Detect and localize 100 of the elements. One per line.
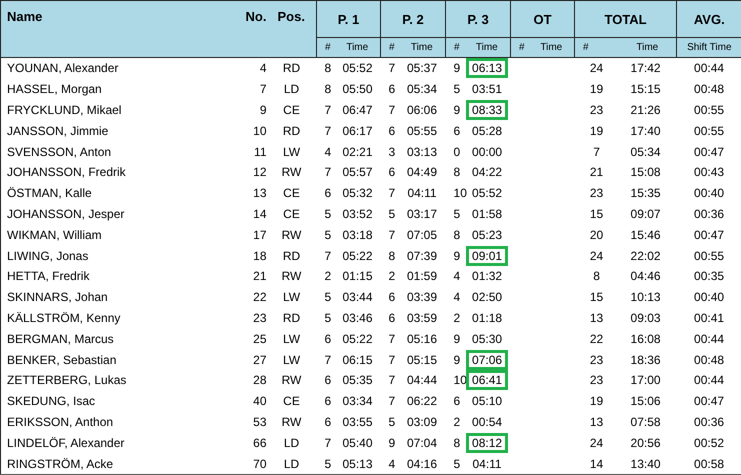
column-group-header: P. 1 (316, 0, 381, 38)
subcolumn-header: Time (398, 38, 446, 58)
table-cell: 00:47 (694, 394, 724, 408)
table-cell: RD (266, 58, 316, 79)
table-cell-text: 06:17 (341, 122, 374, 140)
table-cell-text: 2 (324, 268, 332, 286)
table-cell-text: RW (280, 226, 302, 244)
table-cell-text: 8 (388, 248, 396, 265)
table-cell-text: 12 (252, 164, 266, 182)
table-cell-text: 03:46 (341, 310, 374, 327)
table-cell-text: 7 (324, 248, 332, 265)
subcolumn-header: # (510, 38, 529, 58)
table-cell: 7 (380, 58, 399, 79)
table-cell-text: 03:51 (471, 81, 504, 98)
table-cell-text: 05:30 (471, 330, 504, 348)
table-cell-text: 06:22 (406, 393, 438, 410)
table-cell: 04:16 (398, 453, 446, 475)
table-cell-text: 9 (452, 352, 462, 369)
table-cell-text: 6 (324, 414, 332, 431)
table-cell-text: 03:55 (341, 414, 374, 431)
table-cell-text: 06:06 (406, 102, 438, 119)
table-cell-text: 04:49 (406, 164, 438, 182)
table-cell: 4 (238, 58, 266, 79)
table-cell: 00:36 (694, 414, 724, 429)
table-cell-text: CE (282, 185, 301, 202)
table-cell-text: 2 (452, 414, 462, 431)
table-cell: 13:40 (618, 453, 677, 475)
table-cell-text: 24 (588, 434, 604, 452)
table-cell-text: 05:15 (406, 352, 438, 369)
table-cell-text: 7 (388, 393, 396, 410)
table-cell-text: 03:59 (406, 310, 438, 327)
table-cell: CE (266, 204, 316, 224)
highlighted-cell: 06:41 (466, 370, 508, 390)
table-cell: JOHANSSON, Jesper (0, 204, 238, 224)
table-cell-text: 05:35 (341, 372, 374, 390)
table-cell-text: 02:50 (471, 289, 504, 306)
table-cell: 00:55 (694, 124, 724, 138)
table-cell-text: 25 (252, 330, 266, 348)
table-cell-text: 7 (324, 102, 332, 119)
table-cell-text: 16:08 (630, 330, 662, 348)
table-cell-text: RW (280, 164, 302, 182)
table-cell: 9 (446, 58, 464, 79)
subcolumn-header: Time (464, 38, 511, 58)
subcolumn-header: # (380, 38, 399, 58)
table-cell-text: 7 (388, 352, 396, 369)
table-cell-text: 15:46 (630, 226, 662, 244)
table-cell-text: 6 (388, 81, 396, 98)
table-cell-text: 19 (588, 393, 604, 410)
highlighted-cell: 09:01 (466, 246, 508, 266)
table-cell-text: 21:26 (630, 102, 662, 119)
table-cell: 00:41 (694, 310, 724, 325)
table-cell-text: 4 (452, 268, 462, 286)
table-cell-text: LW (282, 289, 302, 306)
table-cell-text: 00:54 (471, 414, 504, 431)
table-cell-text: 7 (388, 102, 396, 119)
table-cell-text: 04:44 (406, 372, 438, 390)
table-cell-text: 5 (388, 206, 396, 223)
table-cell-text: 7 (324, 352, 332, 369)
table-cell-text: 7 (592, 144, 601, 161)
table-cell-text: 18 (252, 248, 266, 265)
table-cell-text: 03:18 (341, 226, 374, 244)
table-cell-text: RD (282, 310, 302, 327)
table-cell: RD (266, 120, 316, 142)
table-cell-text: 6 (452, 393, 462, 410)
table-cell-text: 15:35 (630, 185, 662, 202)
table-cell-text: 01:18 (471, 310, 504, 327)
table-cell-text: 4 (452, 289, 462, 306)
table-cell-text: 5 (452, 206, 462, 223)
table-cell-text: 06:47 (341, 102, 374, 119)
table-cell-text: 07:39 (406, 248, 438, 265)
table-cell-text: 5 (324, 226, 332, 244)
table-cell: 00:47 (694, 144, 724, 159)
table-cell-text: 15 (588, 206, 604, 223)
table-cell-text: 28 (252, 372, 266, 390)
table-cell: 00:48 (694, 352, 724, 367)
table-cell-text: 05:52 (471, 185, 504, 202)
table-cell-text: 10 (252, 122, 266, 140)
table-cell-text: 9 (452, 248, 462, 265)
column-group-header: AVG. (676, 0, 741, 38)
table-cell-text: 05:22 (341, 330, 374, 348)
table-cell-text: 10:13 (630, 289, 662, 306)
table-cell-text: 05:28 (471, 122, 504, 140)
table-cell: RD (266, 245, 316, 266)
table-cell-text: 13 (252, 185, 266, 202)
table-cell-text: 15:08 (630, 164, 662, 182)
table-cell-text: 6 (324, 330, 332, 348)
table-cell-text: 6 (388, 164, 396, 182)
table-cell-text: 8 (324, 81, 332, 98)
table-cell-text: 05:22 (341, 248, 374, 265)
table-cell: LW (266, 328, 316, 350)
table-cell-text: 9 (452, 102, 462, 119)
table-cell: 00:55 (694, 248, 724, 263)
table-cell: 70 (238, 453, 266, 475)
table-cell-text: 53 (252, 414, 266, 431)
table-cell-text: 2 (388, 268, 396, 286)
table-cell: RW (266, 370, 316, 391)
table-cell-text: 05:57 (341, 164, 374, 182)
table-cell-text: 22 (588, 330, 604, 348)
table-cell-text: 23 (252, 310, 266, 327)
table-cell: CE (266, 390, 316, 412)
